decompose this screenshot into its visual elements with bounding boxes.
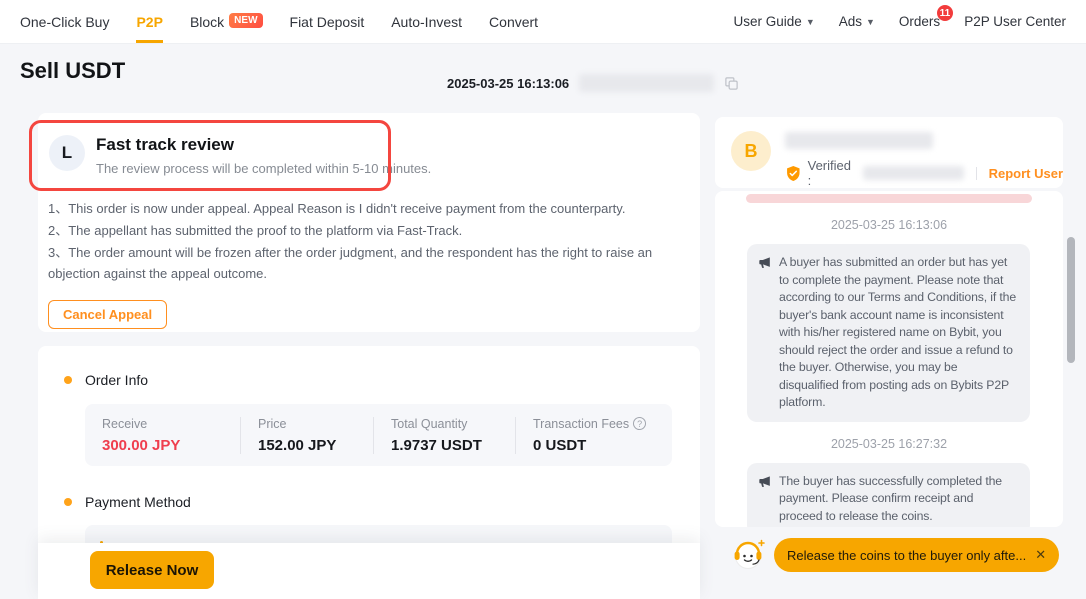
order-meta: 2025-03-25 16:13:06 (447, 74, 739, 92)
megaphone-icon (758, 475, 772, 489)
nav-item-convert[interactable]: Convert (489, 0, 538, 43)
chat-panel[interactable]: 2025-03-25 16:13:06 A buyer has submitte… (715, 191, 1063, 527)
pinned-alert-sliver (746, 194, 1032, 203)
system-message: The buyer has successfully completed the… (747, 463, 1030, 528)
verified-shield-icon (785, 165, 802, 182)
order-info-field: Receive 300.00 JPY (85, 417, 240, 454)
top-nav: One-Click Buy P2P Block NEW Fiat Deposit… (0, 0, 1086, 44)
order-timestamp: 2025-03-25 16:13:06 (447, 76, 569, 91)
support-chatbot-icon[interactable] (730, 537, 767, 574)
new-badge: NEW (229, 13, 262, 28)
close-icon[interactable]: ✕ (1035, 547, 1046, 563)
section-bullet-icon (64, 376, 72, 384)
order-info-summary: Receive 300.00 JPY Price 152.00 JPY Tota… (85, 404, 672, 466)
section-bullet-icon (64, 498, 72, 506)
toast-text: Release the coins to the buyer only afte… (787, 548, 1026, 563)
release-now-button[interactable]: Release Now (90, 551, 214, 589)
total-quantity-value: 1.9737 USDT (391, 437, 515, 454)
nav-item-auto-invest[interactable]: Auto-Invest (391, 0, 462, 43)
appeal-note: 2、The appellant has submitted the proof … (48, 220, 656, 241)
appeal-card: L Fast track review The review process w… (38, 113, 700, 332)
nav-item-orders[interactable]: Orders 11 (899, 0, 940, 43)
chat-scrollbar[interactable] (1067, 237, 1075, 363)
nav-item-p2p[interactable]: P2P (136, 0, 162, 43)
divider (976, 167, 977, 180)
chat-timestamp: 2025-03-25 16:27:32 (715, 437, 1063, 451)
copy-icon[interactable] (724, 76, 739, 91)
report-user-link[interactable]: Report User (989, 166, 1063, 181)
release-warning-toast: Release the coins to the buyer only afte… (774, 538, 1059, 572)
orders-count-badge: 11 (937, 5, 954, 21)
order-info-field: Price 152.00 JPY (240, 417, 373, 454)
megaphone-icon (758, 256, 772, 270)
system-message: A buyer has submitted an order but has y… (747, 244, 1030, 422)
nav-right: User Guide ▼ Ads ▼ Orders 11 P2P User Ce… (710, 0, 1066, 43)
order-id-redacted (579, 74, 714, 92)
receive-amount: 300.00 JPY (102, 437, 240, 454)
nav-item-user-guide[interactable]: User Guide ▼ (734, 0, 815, 43)
chevron-down-icon: ▼ (806, 17, 815, 27)
avatar[interactable]: B (731, 131, 771, 171)
nav-item-fiat-deposit[interactable]: Fiat Deposit (290, 0, 365, 43)
message-text: A buyer has submitted an order but has y… (779, 254, 1019, 412)
order-info-section-header: Order Info (38, 346, 700, 388)
transaction-fees-value: 0 USDT (533, 437, 672, 454)
nav-item-block[interactable]: Block NEW (190, 0, 263, 43)
help-icon[interactable]: ? (633, 417, 646, 430)
appeal-subtitle: The review process will be completed wit… (96, 161, 431, 176)
appeal-header: L Fast track review The review process w… (38, 113, 700, 176)
nav-item-one-click-buy[interactable]: One-Click Buy (20, 0, 109, 43)
action-footer: Release Now (38, 543, 700, 599)
nav-item-p2p-user-center[interactable]: P2P User Center (964, 0, 1066, 43)
verified-label: Verified : (808, 158, 857, 188)
appeal-note: 1、This order is now under appeal. Appeal… (48, 198, 656, 219)
appeal-note: 3、The order amount will be frozen after … (48, 242, 656, 284)
order-info-field: Transaction Fees ? 0 USDT (515, 417, 672, 454)
chat-timestamp: 2025-03-25 16:13:06 (715, 218, 1063, 232)
verified-row: Verified : Report User (785, 158, 1063, 188)
chevron-down-icon: ▼ (866, 17, 875, 27)
message-text: The buyer has successfully completed the… (779, 473, 1019, 526)
appeal-title: Fast track review (96, 135, 431, 155)
nav-item-ads[interactable]: Ads ▼ (839, 0, 875, 43)
cancel-appeal-button[interactable]: Cancel Appeal (48, 300, 167, 329)
price-value: 152.00 JPY (258, 437, 373, 454)
p2p-order-page: One-Click Buy P2P Block NEW Fiat Deposit… (0, 0, 1086, 599)
counterparty-card: B Verified : Report User (715, 117, 1063, 188)
clock-icon: L (49, 135, 85, 171)
order-info-field: Total Quantity 1.9737 USDT (373, 417, 515, 454)
appeal-notes: 1、This order is now under appeal. Appeal… (48, 198, 656, 284)
verified-name-redacted (863, 166, 964, 180)
nav-left: One-Click Buy P2P Block NEW Fiat Deposit… (20, 0, 565, 43)
payment-method-section-header: Payment Method (38, 466, 700, 510)
counterparty-name-redacted (785, 132, 933, 149)
page-title: Sell USDT (20, 58, 125, 84)
